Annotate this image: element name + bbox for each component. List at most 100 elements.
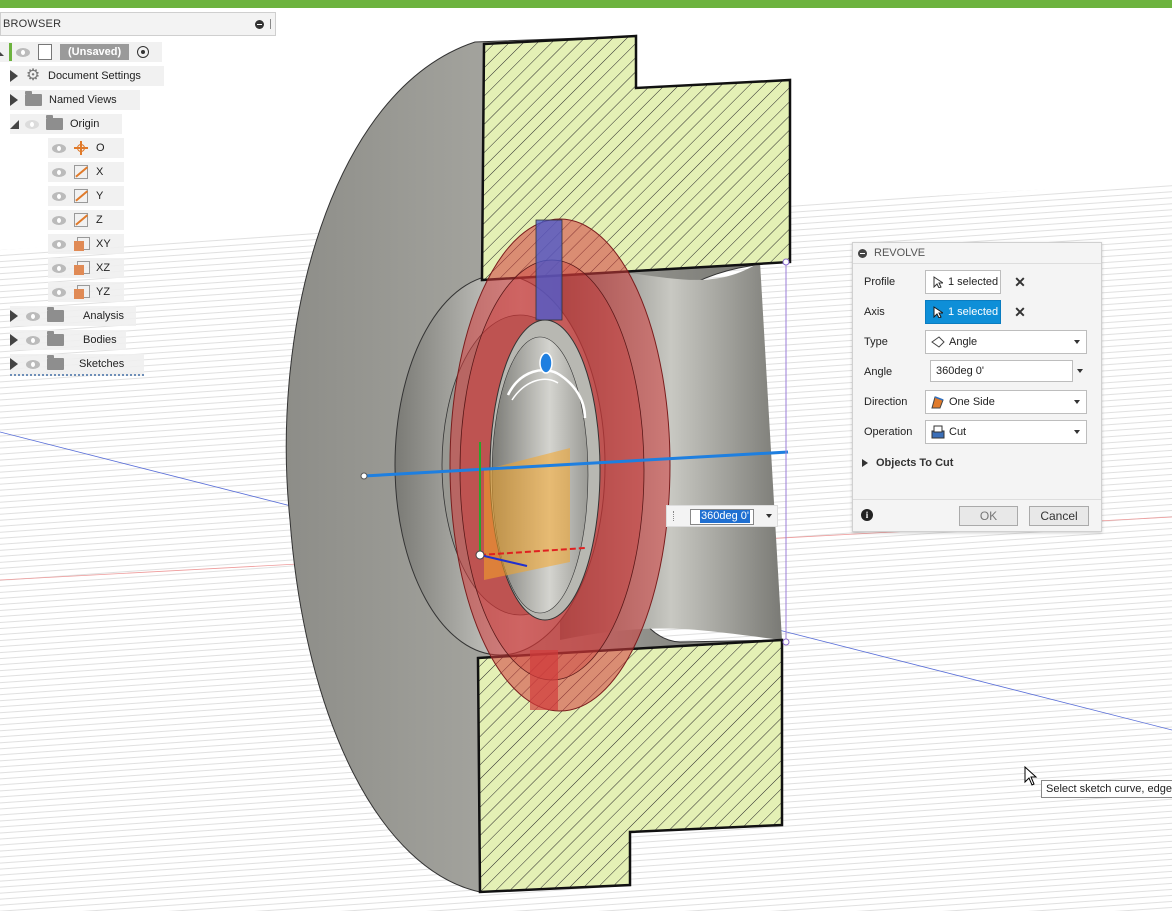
revolve-dialog[interactable]: REVOLVE Profile 1 selected ✕ Axis 1 sele… bbox=[852, 242, 1102, 532]
collapse-icon[interactable] bbox=[858, 248, 867, 258]
visibility-eye-icon[interactable] bbox=[52, 191, 66, 201]
folder-icon bbox=[47, 355, 64, 370]
visibility-eye-icon[interactable] bbox=[52, 263, 66, 273]
pin-icon[interactable] bbox=[270, 19, 271, 29]
dialog-title: REVOLVE bbox=[874, 247, 926, 259]
browser-title: BROWSER bbox=[3, 18, 62, 30]
axis-select-button[interactable]: 1 selected bbox=[925, 300, 1001, 324]
visibility-eye-icon[interactable] bbox=[25, 119, 39, 129]
tree-item-z-axis[interactable]: Z bbox=[48, 210, 124, 230]
visibility-eye-icon[interactable] bbox=[26, 335, 40, 345]
visibility-eye-icon[interactable] bbox=[52, 239, 66, 249]
activate-radio-icon[interactable] bbox=[137, 46, 150, 58]
drag-grip-icon[interactable] bbox=[673, 511, 676, 521]
select-cursor-icon bbox=[933, 306, 945, 319]
direction-row: Direction One Side bbox=[853, 390, 1101, 414]
axis-icon bbox=[74, 165, 88, 179]
chevron-down-icon bbox=[1074, 340, 1080, 344]
folder-icon bbox=[47, 307, 64, 322]
clear-axis-icon[interactable]: ✕ bbox=[1013, 303, 1027, 321]
tree-root-unsaved[interactable]: (Unsaved) bbox=[0, 42, 162, 62]
objects-to-cut-section[interactable]: Objects To Cut bbox=[853, 455, 1101, 473]
objects-to-cut-label: Objects To Cut bbox=[876, 457, 954, 469]
visibility-eye-icon[interactable] bbox=[52, 215, 66, 225]
tree-item-origin[interactable]: Origin bbox=[10, 114, 122, 134]
tree-item-yz-plane[interactable]: YZ bbox=[48, 282, 124, 302]
tree-item-label: Analysis bbox=[83, 310, 124, 322]
axis-row: Axis 1 selected ✕ bbox=[853, 300, 1101, 324]
tree-item-label: Named Views bbox=[49, 94, 117, 106]
tree-item-document-settings[interactable]: ⚙ Document Settings bbox=[10, 66, 164, 86]
folder-icon bbox=[47, 331, 64, 346]
profile-row: Profile 1 selected ✕ bbox=[853, 270, 1101, 294]
tree-item-label: Origin bbox=[70, 118, 100, 130]
browser-panel[interactable]: BROWSER (Unsaved) ⚙ Document Settings Na… bbox=[0, 12, 276, 376]
tree-item-label: Z bbox=[96, 214, 103, 226]
folder-icon bbox=[46, 115, 63, 130]
type-value: Angle bbox=[949, 336, 978, 348]
visibility-eye-icon[interactable] bbox=[52, 143, 66, 153]
root-label: (Unsaved) bbox=[60, 44, 130, 60]
visibility-eye-icon[interactable] bbox=[16, 47, 30, 57]
ok-button[interactable]: OK bbox=[959, 506, 1018, 526]
plane-icon bbox=[74, 261, 90, 275]
info-icon[interactable]: i bbox=[861, 509, 873, 521]
tree-item-xy-plane[interactable]: XY bbox=[48, 234, 124, 254]
selection-tooltip: Select sketch curve, edge, bbox=[1041, 780, 1172, 798]
folder-icon bbox=[25, 91, 42, 106]
direction-dropdown[interactable]: One Side bbox=[925, 390, 1087, 414]
document-icon bbox=[38, 44, 52, 60]
tree-item-label: Document Settings bbox=[48, 70, 141, 82]
tree-item-label: XZ bbox=[96, 262, 111, 274]
visibility-eye-icon[interactable] bbox=[26, 359, 40, 369]
expand-right-icon[interactable] bbox=[10, 310, 18, 322]
expand-right-icon[interactable] bbox=[10, 94, 18, 106]
operation-dropdown[interactable]: Cut bbox=[925, 420, 1087, 444]
chevron-down-icon[interactable] bbox=[766, 514, 772, 518]
tree-item-label: O bbox=[96, 142, 105, 154]
canvas-angle-input-box[interactable]: 360deg 0' bbox=[666, 505, 778, 527]
cut-operation-icon bbox=[931, 425, 945, 439]
tree-item-label: Bodies bbox=[83, 334, 117, 346]
tree-item-label: Sketches bbox=[79, 358, 125, 370]
angle-input[interactable]: 360deg 0' bbox=[930, 360, 1073, 382]
canvas-angle-input[interactable]: 360deg 0' bbox=[690, 509, 754, 525]
axis-label: Axis bbox=[864, 306, 885, 318]
tree-item-xz-plane[interactable]: XZ bbox=[48, 258, 124, 278]
origin-point-icon bbox=[74, 141, 88, 155]
expand-down-icon[interactable] bbox=[0, 48, 4, 56]
tree-item-x-axis[interactable]: X bbox=[48, 162, 124, 182]
clear-profile-icon[interactable]: ✕ bbox=[1013, 273, 1027, 291]
expand-right-icon[interactable] bbox=[10, 334, 18, 346]
plane-icon bbox=[74, 237, 90, 251]
visibility-eye-icon[interactable] bbox=[52, 167, 66, 177]
expand-down-icon[interactable] bbox=[10, 119, 19, 129]
axis-icon bbox=[74, 189, 88, 203]
expand-right-icon[interactable] bbox=[10, 70, 18, 82]
angle-row: Angle 360deg 0' bbox=[853, 360, 1101, 384]
select-cursor-icon bbox=[933, 276, 945, 289]
visibility-eye-icon[interactable] bbox=[52, 287, 66, 297]
application-top-bar bbox=[0, 0, 1172, 8]
type-row: Type Angle bbox=[853, 330, 1101, 354]
expand-right-icon[interactable] bbox=[10, 358, 18, 370]
visibility-eye-icon[interactable] bbox=[26, 311, 40, 321]
angle-type-icon bbox=[931, 335, 945, 349]
profile-select-button[interactable]: 1 selected bbox=[925, 270, 1001, 294]
tree-item-y-axis[interactable]: Y bbox=[48, 186, 124, 206]
operation-value: Cut bbox=[949, 426, 967, 438]
type-dropdown[interactable]: Angle bbox=[925, 330, 1087, 354]
operation-label: Operation bbox=[864, 426, 913, 438]
tree-item-sketches[interactable]: Sketches bbox=[10, 354, 144, 376]
chevron-down-icon[interactable] bbox=[1077, 369, 1083, 373]
axis-value: 1 selected bbox=[948, 306, 999, 318]
tree-item-analysis[interactable]: Analysis bbox=[10, 306, 136, 326]
tree-item-bodies[interactable]: Bodies bbox=[10, 330, 126, 350]
tree-item-named-views[interactable]: Named Views bbox=[10, 90, 140, 110]
profile-label: Profile bbox=[864, 276, 896, 288]
tree-item-origin-point[interactable]: O bbox=[48, 138, 124, 158]
cancel-button[interactable]: Cancel bbox=[1029, 506, 1089, 526]
chevron-down-icon bbox=[1074, 430, 1080, 434]
gear-icon: ⚙ bbox=[25, 67, 41, 84]
collapse-icon[interactable] bbox=[255, 19, 264, 29]
